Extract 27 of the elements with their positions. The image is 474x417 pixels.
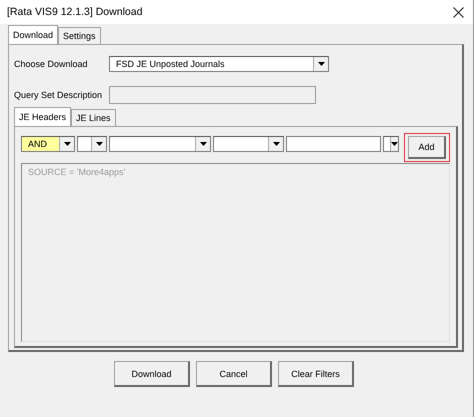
window-title: [Rata VIS9 12.1.3] Download [7, 6, 142, 18]
tab[interactable]: JE Headers [14, 107, 72, 126]
field-label: Choose Download [14, 59, 89, 69]
dropdown-arrow-icon [200, 142, 206, 146]
tab[interactable]: Settings [58, 27, 101, 44]
filter-value-field[interactable] [286, 136, 381, 152]
dropdown-arrow-icon [64, 142, 70, 146]
filter-dropdown[interactable]: AND [21, 136, 75, 152]
dialog-button[interactable]: Download [114, 361, 190, 387]
add-button[interactable]: Add [408, 136, 446, 159]
tab[interactable]: Download [8, 25, 58, 44]
download-dropdown[interactable]: FSD JE Unposted Journals [109, 56, 329, 72]
dropdown-arrow-icon [391, 142, 398, 146]
filter-dropdown[interactable] [109, 136, 211, 152]
dialog-button[interactable]: Cancel [196, 361, 272, 387]
filter-dropdown[interactable] [77, 136, 107, 152]
tab[interactable]: JE Lines [71, 109, 116, 126]
close-icon[interactable] [453, 6, 464, 18]
dropdown-arrow-icon [96, 142, 102, 146]
field-label: Query Set Description [14, 90, 104, 100]
filter-dropdown[interactable] [213, 136, 284, 152]
description-field[interactable] [109, 86, 316, 104]
filter-expression: SOURCE = 'More4apps' [28, 167, 126, 177]
filter-dropdown[interactable] [383, 136, 399, 152]
dropdown-arrow-icon [318, 62, 324, 66]
dropdown-arrow-icon [272, 142, 280, 146]
dialog-button[interactable]: Clear Filters [278, 361, 354, 387]
